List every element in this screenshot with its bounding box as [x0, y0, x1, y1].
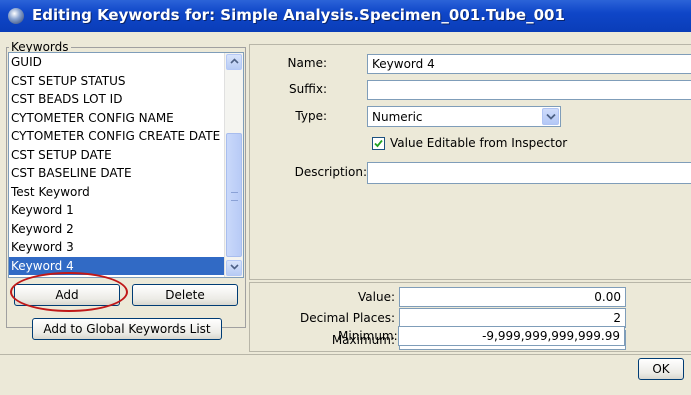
chevron-down-icon — [546, 113, 556, 120]
list-item[interactable]: Test Keyword — [9, 183, 225, 202]
list-item[interactable]: CYTOMETER CONFIG CREATE DATE — [9, 127, 225, 146]
window-title: Editing Keywords for: Simple Analysis.Sp… — [32, 6, 565, 24]
chevron-down-icon — [229, 264, 239, 270]
decimal-places-label: Decimal Places: — [300, 311, 395, 325]
list-item[interactable]: GUID — [9, 53, 225, 72]
minimum-label: Minimum: — [338, 329, 398, 343]
keywords-list-items: GUID CST SETUP STATUS CST BEADS LOT ID CYTO… — [9, 53, 225, 275]
suffix-field[interactable] — [367, 80, 691, 100]
list-item[interactable]: Keyword 4 — [9, 256, 225, 275]
list-item[interactable]: CYTOMETER CONFIG NAME — [9, 109, 225, 128]
checkmark-icon — [374, 139, 383, 148]
add-button[interactable]: Add — [14, 284, 120, 306]
scroll-thumb[interactable] — [226, 133, 242, 257]
keywords-list[interactable]: GUID CST SETUP STATUS CST BEADS LOT ID CYTO… — [8, 52, 244, 278]
delete-button[interactable]: Delete — [132, 284, 238, 306]
decimal-places-field[interactable]: 2 — [399, 308, 626, 328]
name-field[interactable]: Keyword 4 — [367, 54, 691, 74]
dropdown-button[interactable] — [542, 108, 559, 125]
suffix-label: Suffix: — [289, 82, 327, 96]
description-label: Description: — [294, 165, 367, 179]
add-to-global-keywords-button[interactable]: Add to Global Keywords List — [32, 318, 222, 340]
list-item[interactable]: Keyword 3 — [9, 238, 225, 257]
keyword-details-panel: Name: Keyword 4 Suffix: Type: Numeric Va… — [249, 44, 691, 280]
editable-checkbox[interactable] — [372, 137, 385, 150]
ok-button[interactable]: OK — [638, 358, 684, 380]
chevron-up-icon — [229, 58, 239, 64]
name-label: Name: — [287, 56, 327, 70]
dialog-content: Keywords GUID CST SETUP STATUS CST BEADS L… — [0, 32, 691, 395]
editable-label: Value Editable from Inspector — [390, 136, 568, 150]
list-item[interactable]: Keyword 2 — [9, 220, 225, 239]
list-scrollbar[interactable] — [224, 53, 243, 277]
description-field[interactable] — [367, 162, 691, 184]
type-label: Type: — [295, 109, 327, 123]
type-value: Numeric — [372, 110, 423, 124]
list-item[interactable]: Keyword 1 — [9, 201, 225, 220]
minimum-field[interactable]: -9,999,999,999,999.99 — [398, 326, 625, 346]
type-select[interactable]: Numeric — [367, 106, 561, 127]
list-item[interactable]: CST BEADS LOT ID — [9, 90, 225, 109]
grip-icon — [231, 192, 238, 201]
list-item[interactable]: CST SETUP DATE — [9, 146, 225, 165]
list-item[interactable]: CST BASELINE DATE — [9, 164, 225, 183]
footer-divider — [0, 354, 691, 355]
value-label: Value: — [358, 290, 395, 304]
scroll-down-button[interactable] — [226, 260, 242, 276]
app-icon — [8, 8, 24, 24]
value-field[interactable]: 0.00 — [399, 287, 626, 307]
list-item[interactable]: CST SETUP STATUS — [9, 72, 225, 91]
title-bar: Editing Keywords for: Simple Analysis.Sp… — [0, 0, 691, 32]
scroll-up-button[interactable] — [226, 54, 242, 70]
